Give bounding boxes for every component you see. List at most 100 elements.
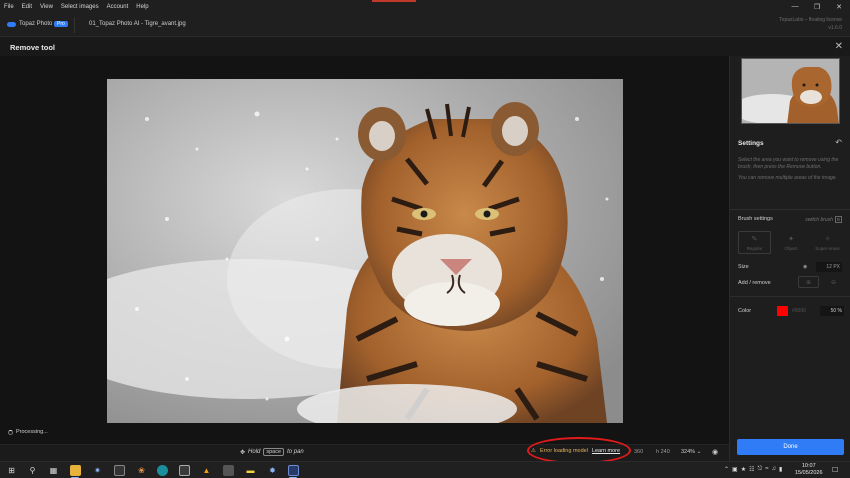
size-preview-icon[interactable]: ◉ <box>803 264 807 270</box>
license-text: TopazLabs – floating license <box>779 17 842 23</box>
tiger-photo[interactable] <box>107 79 623 423</box>
clock-time: 10:07 <box>801 463 816 469</box>
error-message: ⚠ Error loading model Learn more <box>531 448 620 454</box>
taskbar-clock[interactable]: 10:07 15/05/2026 <box>795 463 823 477</box>
size-input[interactable]: 12 PX <box>816 262 842 272</box>
app-icon-terminal[interactable] <box>114 465 125 476</box>
window-controls: — ❐ ✕ <box>784 0 850 13</box>
app-brand: Topaz Photo <box>19 21 53 27</box>
settings-panel: Settings ↶ Select the area you want to r… <box>729 56 850 461</box>
hint-after: to pan <box>287 449 304 455</box>
size-label: Size <box>738 264 749 270</box>
brush-regular-label: Regular <box>746 245 763 251</box>
brush-icon: ✎ <box>751 235 758 243</box>
zoom-value: 324% <box>681 449 696 455</box>
tray-wifi-icon[interactable]: ≈ <box>765 466 768 473</box>
tray-usb-icon[interactable]: ⎋ <box>757 466 762 473</box>
image-height: h 240 <box>656 449 670 455</box>
pan-hint: ✥ Hold space to pan <box>240 448 304 456</box>
tray-network-icon[interactable]: ☷ <box>749 466 754 473</box>
processing-status: Processing... <box>8 429 48 435</box>
vlc-icon[interactable]: ▲ <box>201 465 212 476</box>
divider <box>74 17 75 33</box>
chevron-down-icon: ⌄ <box>696 449 702 455</box>
settings-description: Select the area you want to remove using… <box>738 157 844 182</box>
processing-text: Processing... <box>16 429 48 435</box>
add-remove-label: Add / remove <box>738 280 771 286</box>
app-toggle[interactable] <box>7 22 16 27</box>
undo-icon[interactable]: ↶ <box>835 138 842 147</box>
system-tray: ⌃ ▣ ★ ☷ ⎋ ≈ ♫ ▮ <box>724 466 782 473</box>
media-icon[interactable] <box>223 465 234 476</box>
tray-bluetooth-icon[interactable]: ★ <box>741 466 746 473</box>
brush-object[interactable]: ✦ Object <box>775 231 808 254</box>
edge-browser-icon[interactable] <box>157 465 168 476</box>
divider <box>730 296 850 297</box>
topaz-app-icon[interactable] <box>288 465 299 476</box>
learn-more-link[interactable]: Learn more <box>592 448 620 454</box>
done-button[interactable]: Done <box>737 439 844 455</box>
app-icon-color[interactable]: ❀ <box>136 465 147 476</box>
store-icon[interactable] <box>179 465 190 476</box>
license-info: TopazLabs – floating license v1.6.0 <box>779 16 842 32</box>
menu-account[interactable]: Account <box>103 4 133 10</box>
notification-icon[interactable]: ☐ <box>832 466 838 474</box>
error-text: Error loading model <box>539 448 588 454</box>
spinner-icon <box>8 429 13 435</box>
app-root: File Edit View Select images Account Hel… <box>0 0 850 478</box>
page-title: Remove tool <box>10 43 56 52</box>
windows-start-icon[interactable]: ⊞ <box>6 465 17 476</box>
navigator-thumbnail[interactable] <box>741 58 840 124</box>
opacity-field[interactable]: 50 % <box>820 306 844 316</box>
maximize-icon[interactable]: ❐ <box>806 0 828 13</box>
color-label: Color <box>738 308 752 314</box>
space-key: space <box>263 448 285 456</box>
windows-taskbar: ⊞ ⚲ ▦ ✷ ❀ ▲ ▬ ✸ ⌃ ▣ ★ ☷ ⎋ ≈ ♫ ▮ 10:07 15… <box>0 461 850 478</box>
tray-battery-icon[interactable]: ▮ <box>779 466 782 473</box>
minimize-icon[interactable]: — <box>784 0 806 13</box>
menu-view[interactable]: View <box>36 4 57 10</box>
menu-edit[interactable]: Edit <box>18 4 36 10</box>
brush-settings-title: Brush settings <box>738 216 773 222</box>
top-indicator <box>372 0 416 2</box>
window-close-icon[interactable]: ✕ <box>828 0 850 13</box>
chevron-up-icon[interactable]: ⌃ <box>724 466 729 473</box>
tray-app-icon[interactable]: ▣ <box>732 466 738 473</box>
add-remove-toggle: ⊕ ⊖ <box>798 276 844 288</box>
close-icon[interactable]: ✕ <box>835 41 843 52</box>
switch-key: B <box>834 216 842 223</box>
brush-regular[interactable]: ✎ Regular <box>738 231 771 254</box>
task-view-icon[interactable]: ▦ <box>48 465 59 476</box>
object-brush-icon: ✦ <box>788 235 794 243</box>
menu-help[interactable]: Help <box>132 4 152 10</box>
color-swatch[interactable] <box>777 306 788 316</box>
app-icon-network[interactable]: ✸ <box>267 465 278 476</box>
file-explorer-icon[interactable] <box>70 465 81 476</box>
size-unit: PX <box>833 264 840 270</box>
folder-icon[interactable]: ▬ <box>245 465 256 476</box>
clock-date: 15/05/2026 <box>795 470 823 476</box>
remove-mode-icon[interactable]: ⊖ <box>823 276 844 288</box>
color-hex-field[interactable]: #0000 <box>790 306 818 316</box>
tray-volume-icon[interactable]: ♫ <box>772 466 777 473</box>
add-mode-icon[interactable]: ⊕ <box>798 276 819 288</box>
preview-eye-icon[interactable]: ◉ <box>712 448 718 456</box>
app-bar: Topaz Photo Pro 01_Topaz Photo AI - Tigr… <box>0 13 850 37</box>
zoom-level[interactable]: 324% ⌄ <box>681 449 701 455</box>
brush-super-erase[interactable]: ✧ Super erase <box>811 231 844 254</box>
search-icon[interactable]: ⚲ <box>27 465 38 476</box>
menu-select-images[interactable]: Select images <box>57 4 103 10</box>
menu-bar: File Edit View Select images Account Hel… <box>0 0 850 13</box>
description-line-2: You can remove multiple areas of the ima… <box>738 175 837 181</box>
description-line-1: Select the area you want to remove using… <box>738 157 839 170</box>
erase-icon: ✧ <box>824 235 831 243</box>
warning-icon: ⚠ <box>531 448 536 454</box>
divider <box>730 209 850 210</box>
height-value: 240 <box>660 449 670 455</box>
file-name: 01_Topaz Photo AI - Tigre_avant.jpg <box>89 21 186 27</box>
image-width: 360 <box>634 449 644 455</box>
pro-badge: Pro <box>54 21 68 27</box>
menu-file[interactable]: File <box>0 4 18 10</box>
image-canvas[interactable]: Processing... <box>0 56 729 444</box>
app-icon-gear[interactable]: ✷ <box>92 465 103 476</box>
